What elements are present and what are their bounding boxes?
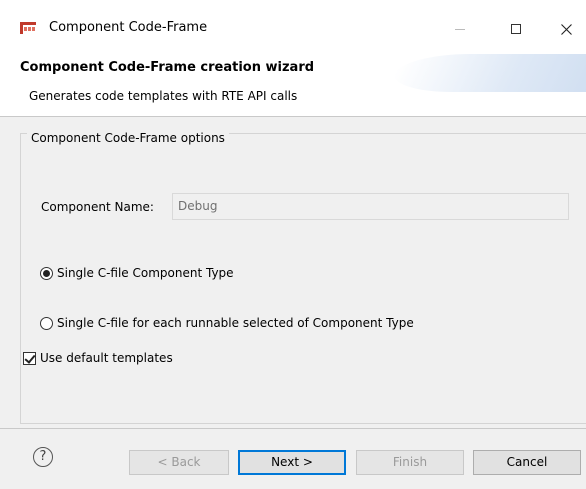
radio-selected-icon[interactable] <box>40 266 53 280</box>
close-icon <box>560 23 572 35</box>
minimize-icon <box>455 28 465 30</box>
maximize-button[interactable] <box>496 14 536 44</box>
radio-single-cfile[interactable]: Single C-file Component Type <box>40 266 234 280</box>
radio-cfile-per-runnable[interactable]: Single C-file for each runnable selected… <box>40 316 414 330</box>
back-button[interactable]: < Back <box>129 450 229 475</box>
radio-unselected-icon[interactable] <box>40 316 53 330</box>
app-icon <box>20 22 36 34</box>
close-button[interactable] <box>546 14 586 44</box>
maximize-icon <box>511 24 521 34</box>
component-name-field: Debug <box>172 193 569 220</box>
help-icon[interactable]: ? <box>33 447 53 467</box>
cancel-button[interactable]: Cancel <box>473 450 581 475</box>
options-group-label: Component Code-Frame options <box>27 131 229 145</box>
radio-single-cfile-label: Single C-file Component Type <box>57 266 234 280</box>
window-title: Component Code-Frame <box>49 20 208 35</box>
banner-graphic <box>386 54 586 92</box>
component-name-label: Component Name: <box>41 200 154 214</box>
wizard-title: Component Code-Frame creation wizard <box>20 60 315 75</box>
finish-button[interactable]: Finish <box>356 450 464 475</box>
use-default-templates-checkbox[interactable]: Use default templates <box>23 351 173 365</box>
wizard-header: Component Code-Frame creation wizard Gen… <box>0 44 586 116</box>
use-default-templates-label: Use default templates <box>40 351 173 365</box>
next-button[interactable]: Next > <box>238 450 346 475</box>
minimize-button[interactable] <box>440 14 480 44</box>
wizard-description: Generates code templates with RTE API ca… <box>29 89 298 103</box>
radio-cfile-per-runnable-label: Single C-file for each runnable selected… <box>57 316 414 330</box>
checkbox-checked-icon[interactable] <box>23 351 36 365</box>
